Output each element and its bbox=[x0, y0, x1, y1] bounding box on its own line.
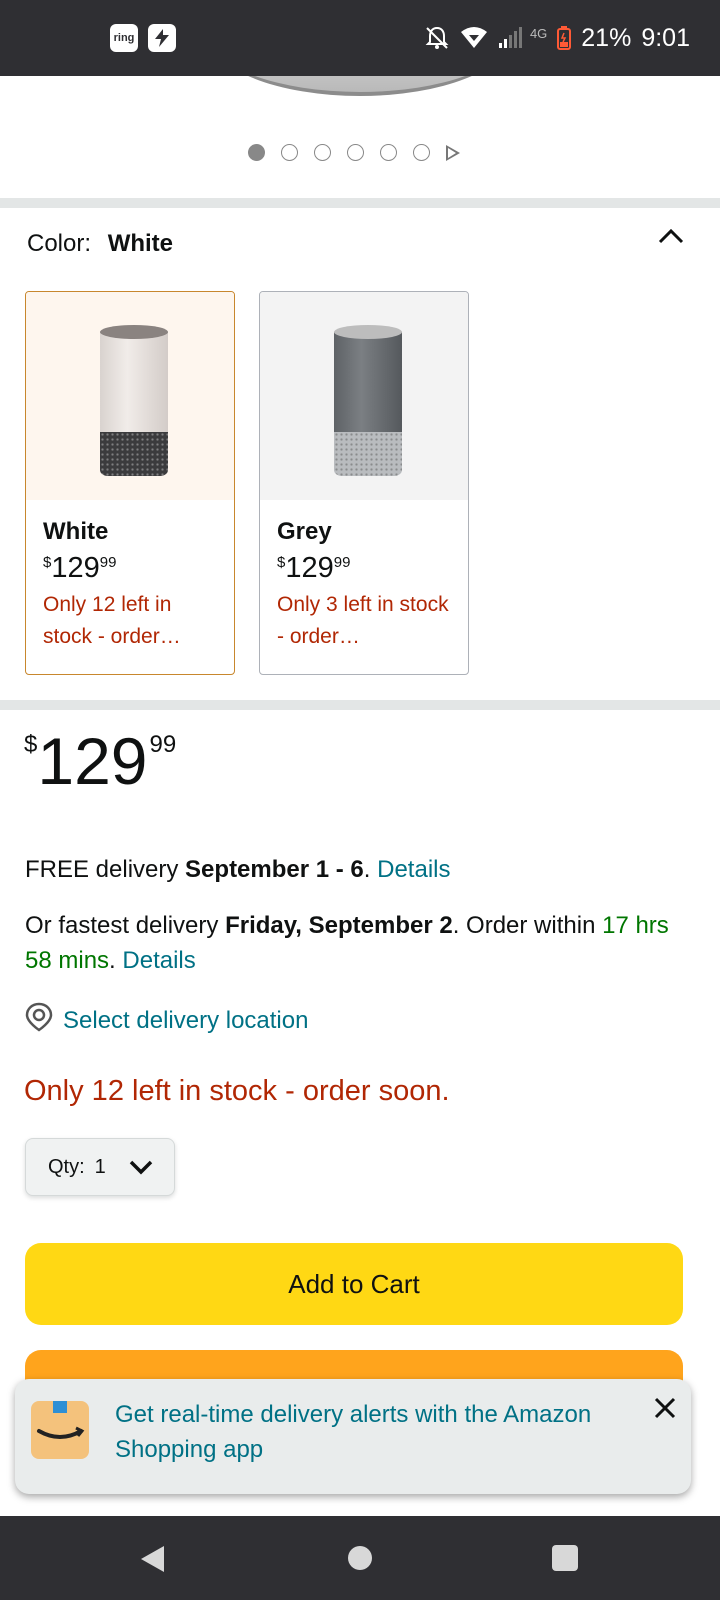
swatch-stock: Only 3 left in stock - order… bbox=[277, 593, 449, 648]
color-swatch-white[interactable]: White $12999 Only 12 left in stock - ord… bbox=[25, 291, 235, 675]
app-promo-banner[interactable]: Get real-time delivery alerts with the A… bbox=[15, 1379, 691, 1494]
amazon-app-logo bbox=[31, 1401, 89, 1459]
home-icon[interactable] bbox=[348, 1546, 372, 1570]
notifications-off-icon bbox=[424, 25, 450, 51]
video-play-icon[interactable] bbox=[446, 144, 460, 161]
gallery-dot[interactable] bbox=[248, 144, 265, 161]
quantity-label: Qty: bbox=[48, 1155, 85, 1178]
air-purifier-white-image bbox=[100, 325, 168, 477]
recent-apps-icon[interactable] bbox=[552, 1545, 578, 1571]
bolt-app-icon bbox=[148, 24, 176, 52]
color-selection-label: Color: White bbox=[27, 230, 173, 258]
free-delivery-details-link[interactable]: Details bbox=[377, 856, 450, 883]
clock: 9:01 bbox=[641, 23, 690, 52]
signal-icon bbox=[498, 27, 524, 49]
air-purifier-grey-image bbox=[334, 325, 402, 477]
free-delivery-info: FREE delivery September 1 - 6. Details bbox=[25, 856, 451, 883]
android-navigation-bar bbox=[0, 1516, 720, 1600]
status-bar: ring 4G 21% 9:01 bbox=[0, 0, 720, 76]
swatch-name: White bbox=[43, 518, 109, 545]
swatch-price: $12999 bbox=[277, 552, 351, 584]
location-pin-icon bbox=[25, 1002, 53, 1039]
collapse-chevron-up-icon[interactable] bbox=[656, 222, 686, 252]
selected-color: White bbox=[107, 230, 174, 257]
swatch-price: $12999 bbox=[43, 552, 117, 584]
swatch-stock: Only 12 left in stock - order… bbox=[43, 593, 181, 648]
back-icon[interactable] bbox=[138, 1544, 166, 1579]
product-image[interactable] bbox=[210, 76, 510, 96]
select-delivery-location-text[interactable]: Select delivery location bbox=[63, 1007, 308, 1035]
swatch-image bbox=[260, 292, 468, 500]
wifi-icon bbox=[460, 26, 488, 50]
battery-percentage: 21% bbox=[581, 23, 632, 52]
section-divider bbox=[0, 700, 720, 710]
status-indicators: 4G 21% 9:01 bbox=[424, 20, 690, 56]
swatch-image bbox=[26, 292, 234, 500]
select-delivery-location-link[interactable]: Select delivery location bbox=[25, 1002, 308, 1039]
close-icon[interactable] bbox=[651, 1394, 679, 1422]
banner-message[interactable]: Get real-time delivery alerts with the A… bbox=[115, 1397, 595, 1467]
quantity-dropdown[interactable]: Qty: 1 bbox=[25, 1138, 175, 1196]
add-to-cart-button[interactable]: Add to Cart bbox=[25, 1243, 683, 1325]
gallery-pagination bbox=[248, 144, 460, 161]
gallery-dot[interactable] bbox=[380, 144, 397, 161]
network-type: 4G bbox=[529, 25, 548, 41]
gallery-dot[interactable] bbox=[314, 144, 331, 161]
battery-icon bbox=[557, 26, 572, 50]
color-swatch-grey[interactable]: Grey $12999 Only 3 left in stock - order… bbox=[259, 291, 469, 675]
chevron-down-icon bbox=[129, 1160, 153, 1175]
product-image-gallery[interactable] bbox=[0, 76, 720, 198]
color-label: Color: bbox=[27, 230, 92, 257]
gallery-dot[interactable] bbox=[347, 144, 364, 161]
section-divider bbox=[0, 198, 720, 208]
gallery-dot[interactable] bbox=[413, 144, 430, 161]
product-price: $12999 bbox=[24, 724, 177, 798]
fastest-delivery-info: Or fastest delivery Friday, September 2.… bbox=[25, 912, 669, 974]
gallery-dot[interactable] bbox=[281, 144, 298, 161]
fastest-delivery-details-link[interactable]: Details bbox=[122, 947, 195, 974]
ring-app-icon: ring bbox=[110, 24, 138, 52]
quantity-value: 1 bbox=[94, 1155, 106, 1178]
stock-message: Only 12 left in stock - order soon. bbox=[24, 1075, 450, 1107]
swatch-name: Grey bbox=[277, 518, 332, 545]
